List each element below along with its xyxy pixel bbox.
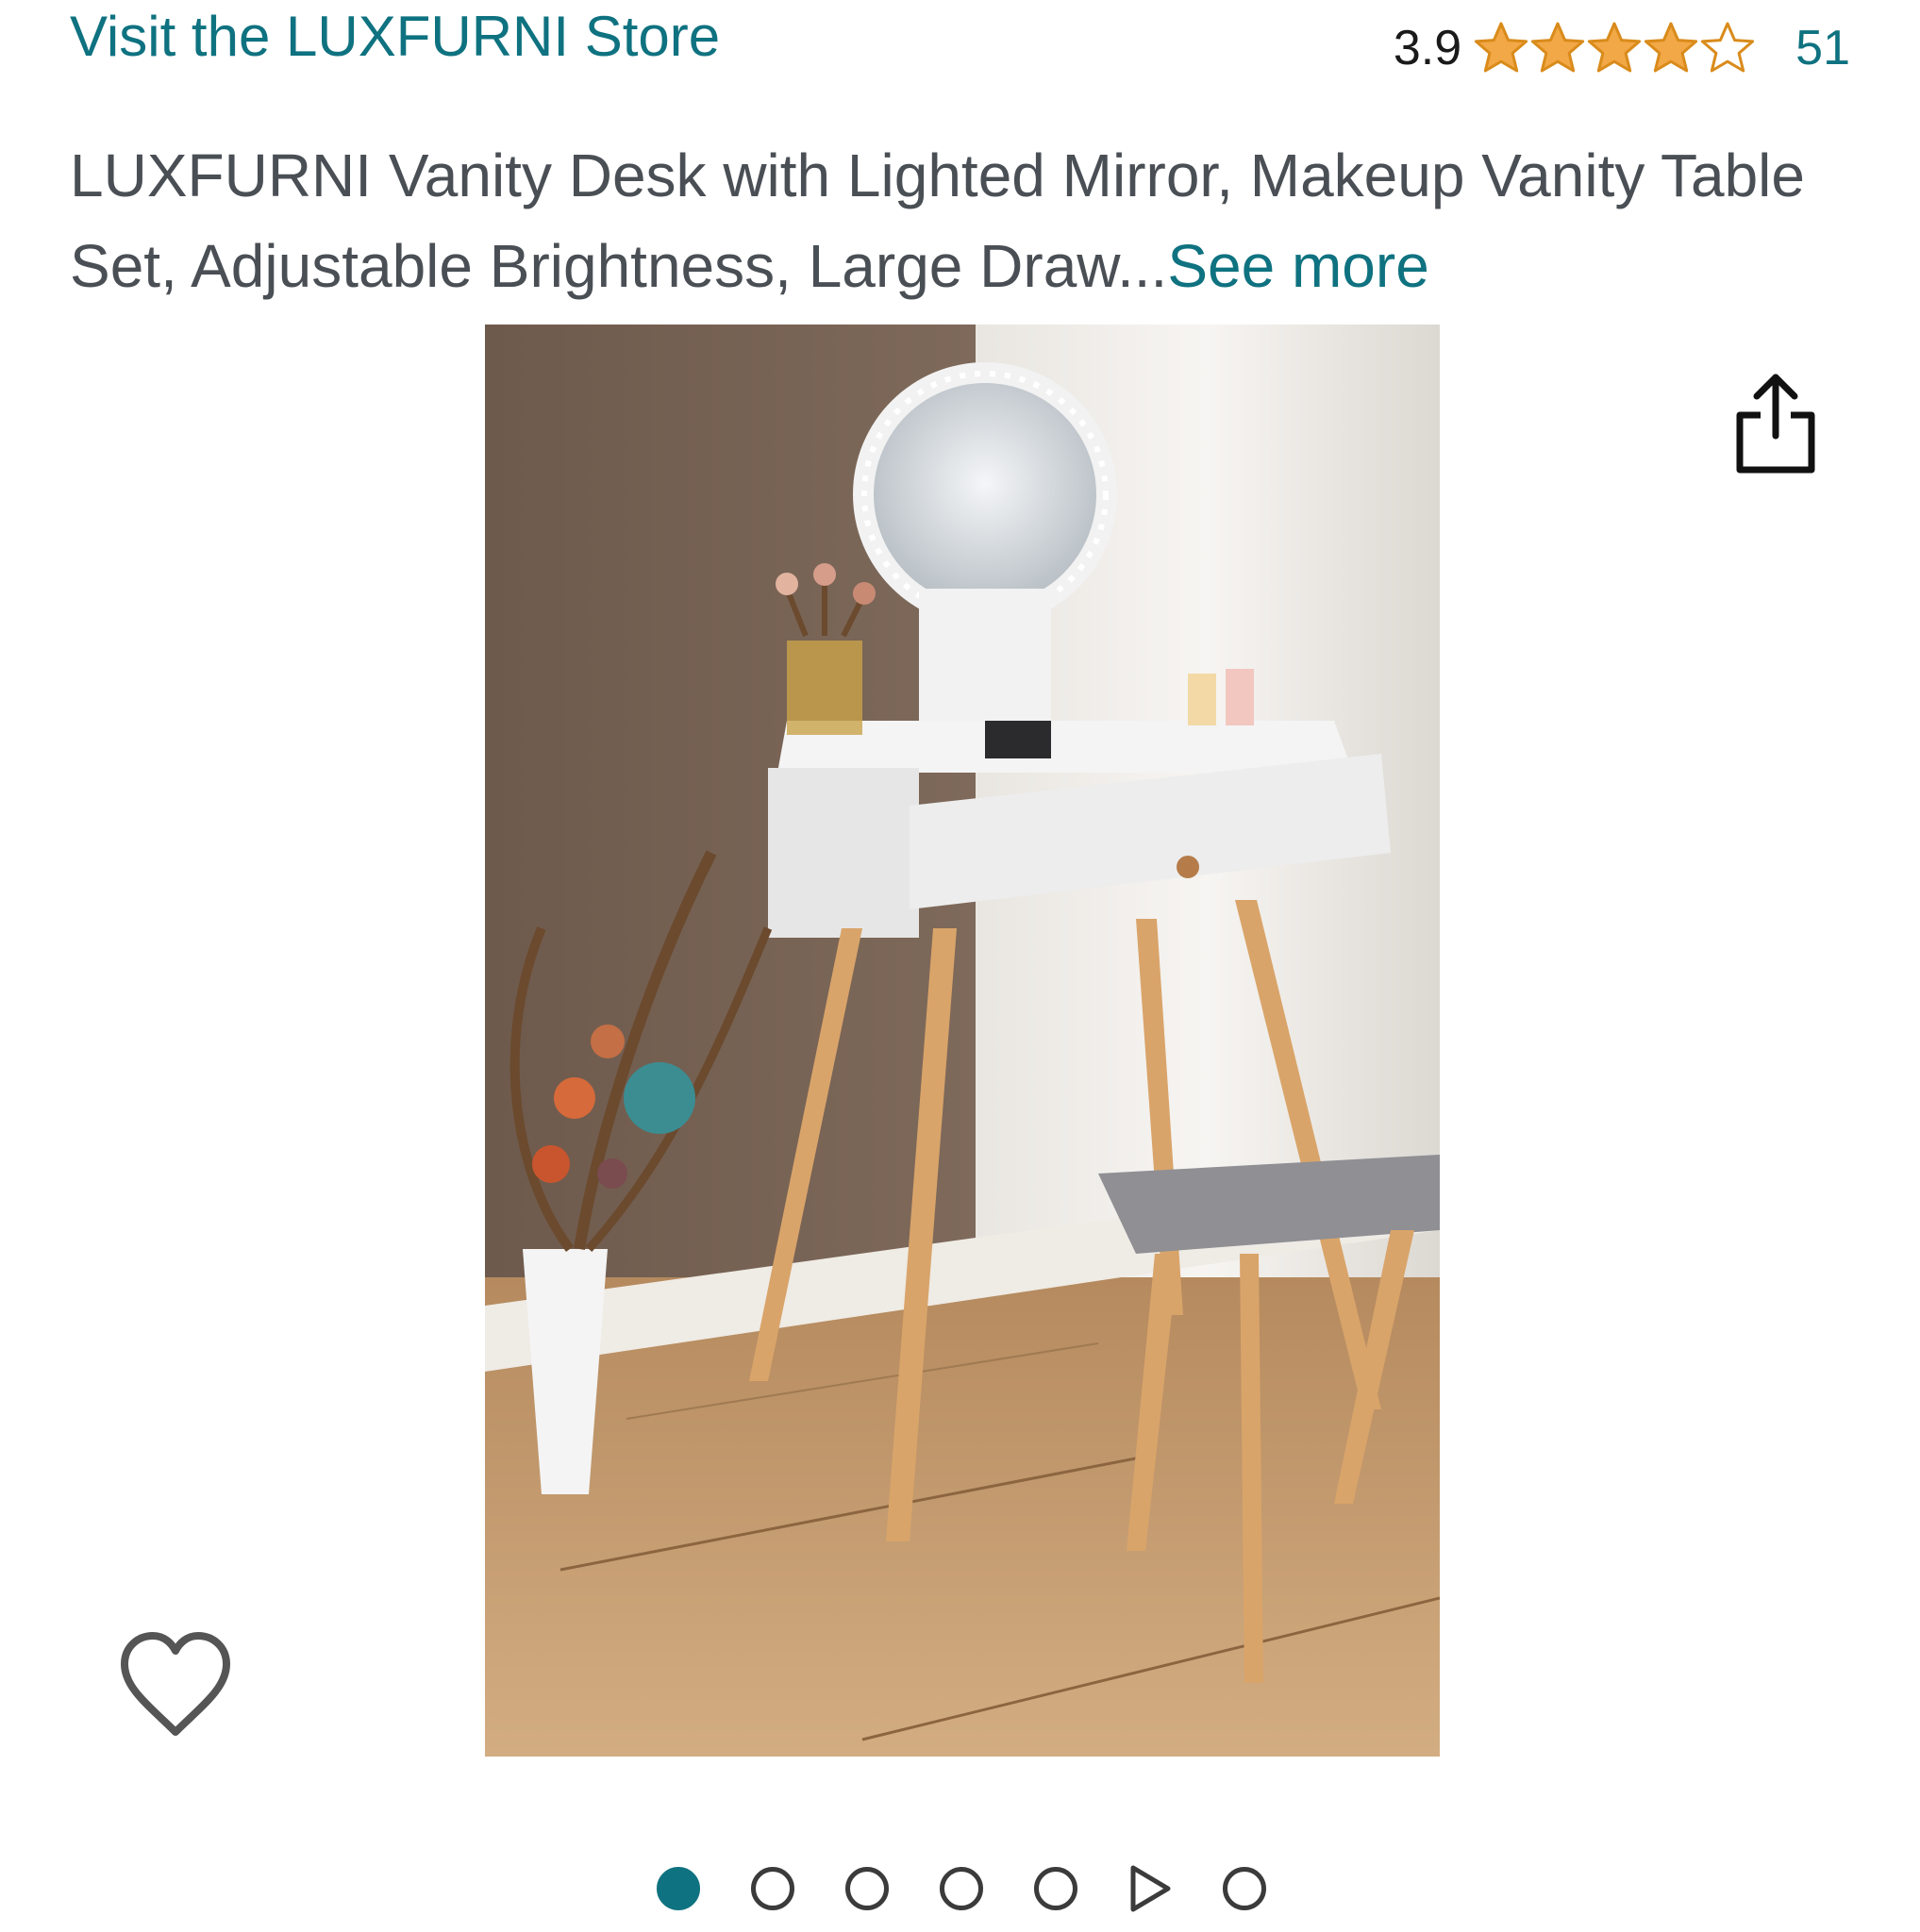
rating-value: 3.9 (1393, 21, 1462, 75)
share-button[interactable] (1732, 370, 1819, 477)
star-full-icon (1531, 22, 1585, 73)
image-carousel-indicators (657, 1860, 1266, 1917)
heart-icon (121, 1632, 230, 1736)
carousel-dot[interactable] (1223, 1867, 1266, 1910)
rating-summary[interactable]: 3.9 51 (1394, 15, 1850, 81)
carousel-dot[interactable] (845, 1867, 889, 1910)
carousel-dot[interactable] (1034, 1867, 1077, 1910)
play-icon (1130, 1865, 1171, 1912)
star-full-icon (1475, 22, 1528, 73)
star-partial-icon (1645, 22, 1698, 73)
share-icon (1736, 374, 1815, 474)
wishlist-button[interactable] (117, 1630, 234, 1740)
star-rating (1473, 20, 1756, 76)
product-image[interactable] (485, 325, 1440, 1757)
carousel-dot[interactable] (940, 1867, 983, 1910)
carousel-dot-video[interactable] (1128, 1864, 1172, 1913)
product-title[interactable]: LUXFURNI Vanity Desk with Lighted Mirror… (70, 130, 1825, 311)
vanity-desk-photo (485, 325, 1440, 1757)
star-empty-icon (1701, 22, 1755, 73)
product-title-text: LUXFURNI Vanity Desk with Lighted Mirror… (70, 142, 1805, 300)
rating-count-link[interactable]: 51 (1795, 20, 1850, 76)
product-page: Visit the LUXFURNI Store 3.9 51 LUXFURNI… (0, 0, 1920, 1932)
star-full-icon (1588, 22, 1642, 73)
carousel-dot[interactable] (751, 1867, 794, 1910)
see-more-link[interactable]: See more (1167, 232, 1428, 300)
carousel-dot-active[interactable] (657, 1867, 700, 1910)
visit-store-link[interactable]: Visit the LUXFURNI Store (70, 4, 720, 69)
